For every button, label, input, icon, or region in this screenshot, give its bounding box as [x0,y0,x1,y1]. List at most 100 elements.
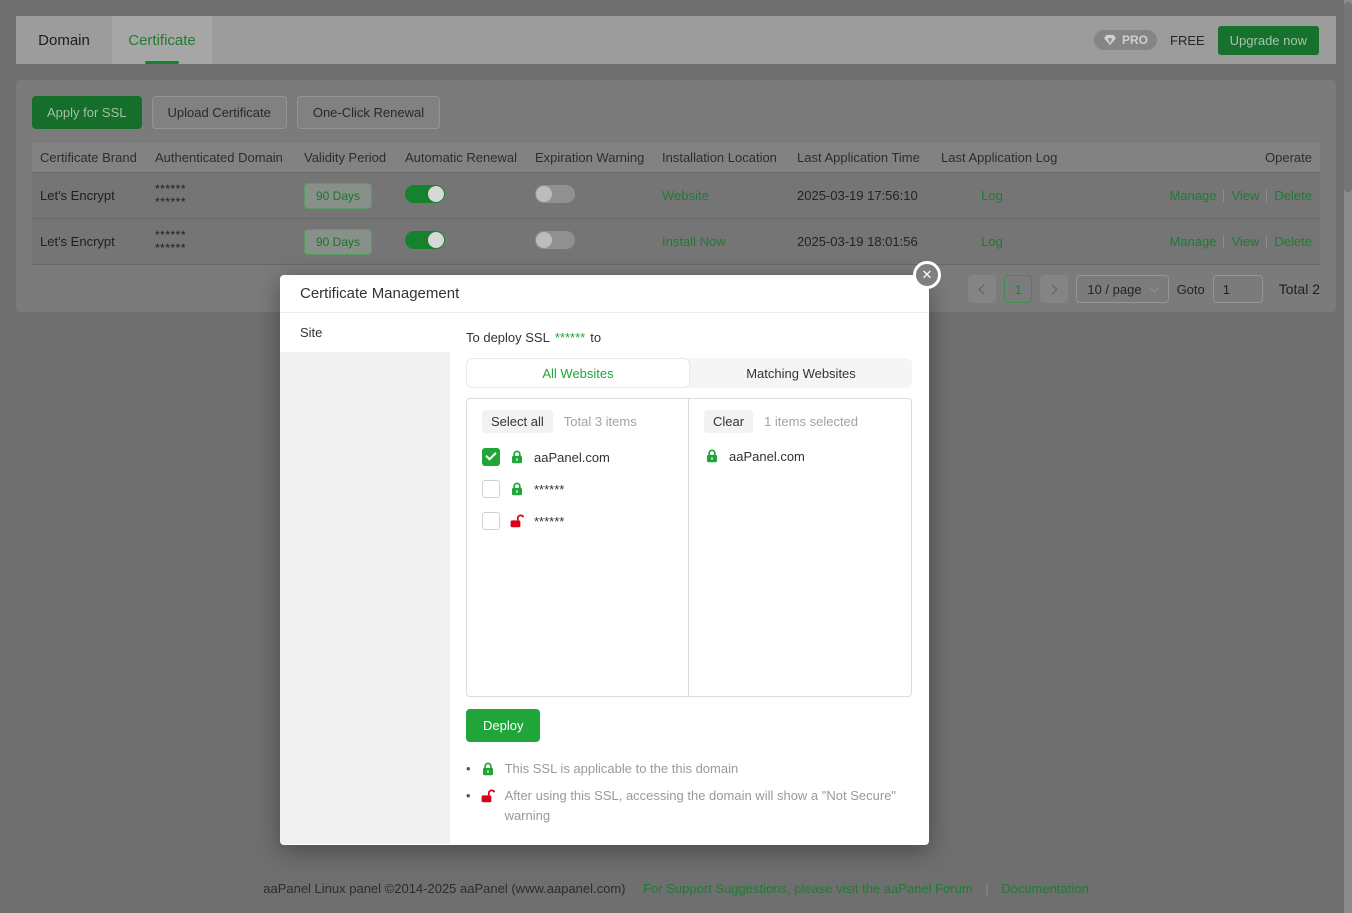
clear-button[interactable]: Clear [704,410,753,433]
manage-link[interactable]: Manage [1169,234,1216,249]
website-filter-tabs: All Websites Matching Websites [466,358,912,388]
divider [1223,236,1224,248]
column-header-automatic-renewal: Automatic Renewal [397,150,527,165]
log-link[interactable]: Log [981,234,1003,249]
tab-all-websites[interactable]: All Websites [466,358,690,388]
one-click-renewal-button[interactable]: One-Click Renewal [297,96,440,129]
website-transfer: Select all Total 3 items aaPanel.com [466,398,912,697]
tab-certificate[interactable]: Certificate [112,16,212,64]
tab-matching-websites[interactable]: Matching Websites [690,358,912,388]
tab-domain[interactable]: Domain [16,16,112,64]
delete-link[interactable]: Delete [1274,188,1312,203]
table-row: Let's Encrypt ****** ****** 90 Days Webs… [32,173,1320,219]
tab-certificate-label: Certificate [128,32,196,49]
automatic-renewal-cell [397,185,527,206]
target-panel: Clear 1 items selected aaPanel.com [689,399,911,696]
insecure-lock-icon [480,788,496,804]
expiration-warning-toggle[interactable] [535,231,575,249]
column-header-last-application-log: Last Application Log [933,150,1051,165]
legend-notes: • This SSL is applicable to the this dom… [466,759,912,826]
site-label: ****** [534,514,564,529]
list-item: ****** [482,512,673,530]
checkbox-checked[interactable] [482,448,500,466]
checkbox-unchecked[interactable] [482,512,500,530]
close-button[interactable]: ✕ [913,261,941,289]
source-list: aaPanel.com ****** ****** [482,448,673,530]
plan-label: FREE [1170,33,1205,48]
list-item: aaPanel.com [704,448,896,464]
automatic-renewal-toggle[interactable] [405,185,445,203]
column-header-operate: Operate [1051,150,1320,165]
selected-count: 1 items selected [764,414,858,429]
header-right-controls: PRO FREE Upgrade now [1094,16,1336,64]
list-item: ****** [482,480,673,498]
column-header-authenticated-domain: Authenticated Domain [147,150,296,165]
secure-lock-icon [509,449,525,465]
scrollbar-thumb[interactable] [1344,2,1352,192]
toggle-knob [536,232,552,248]
tab-domain-label: Domain [38,32,90,49]
target-list: aaPanel.com [704,448,896,464]
goto-page-input[interactable] [1213,275,1263,303]
authenticated-domain-cell: ****** ****** [147,183,296,209]
chevron-right-icon [1048,284,1058,294]
page-size-select[interactable]: 10 / page [1076,275,1168,303]
expiration-warning-toggle[interactable] [535,185,575,203]
copyright-text: aaPanel Linux panel ©2014-2025 aaPanel (… [263,881,625,896]
previous-page-button[interactable] [968,275,996,303]
pro-badge[interactable]: PRO [1094,30,1157,50]
last-application-time-cell: 2025-03-19 18:01:56 [789,234,933,249]
site-label: aaPanel.com [729,449,805,464]
deploy-text-suffix: to [590,330,601,345]
upgrade-now-button[interactable]: Upgrade now [1218,26,1319,55]
source-panel-header: Select all Total 3 items [482,410,673,433]
goto-label: Goto [1177,282,1205,297]
top-tab-bar: Domain Certificate PRO FREE Upgrade now [16,16,1336,64]
validity-badge: 90 Days [304,229,372,255]
total-count: Total 2 [1279,281,1320,297]
log-link[interactable]: Log [981,188,1003,203]
support-forum-link[interactable]: For Support Suggestions, please visit th… [643,881,973,896]
current-page-button[interactable]: 1 [1004,275,1032,303]
scrollbar-track[interactable] [1344,0,1352,913]
divider [1266,236,1267,248]
next-page-button[interactable] [1040,275,1068,303]
toggle-knob [428,232,444,248]
bullet: • [466,759,471,779]
page-size-value: 10 / page [1087,282,1141,297]
deploy-text-prefix: To deploy SSL [466,330,550,345]
validity-period-cell: 90 Days [296,183,397,209]
last-application-log-cell: Log [933,188,1051,203]
modal-content: To deploy SSL ****** to All Websites Mat… [450,313,929,844]
footer-divider: | [985,881,988,896]
chevron-down-icon [1149,283,1159,293]
installation-location-link[interactable]: Website [662,188,709,203]
deploy-button[interactable]: Deploy [466,709,540,742]
certificate-table: Certificate Brand Authenticated Domain V… [32,143,1320,265]
note-insecure: • After using this SSL, accessing the do… [466,786,912,826]
manage-link[interactable]: Manage [1169,188,1216,203]
certificate-toolbar: Apply for SSL Upload Certificate One-Cli… [32,96,1320,129]
target-panel-header: Clear 1 items selected [704,410,896,433]
expiration-warning-cell [527,231,654,252]
view-link[interactable]: View [1231,234,1259,249]
view-link[interactable]: View [1231,188,1259,203]
divider [1266,190,1267,202]
operate-cell: Manage View Delete [1051,188,1320,203]
apply-for-ssl-button[interactable]: Apply for SSL [32,96,142,129]
automatic-renewal-toggle[interactable] [405,231,445,249]
documentation-link[interactable]: Documentation [1001,881,1088,896]
upload-certificate-button[interactable]: Upload Certificate [152,96,287,129]
diamond-icon [1103,34,1117,46]
delete-link[interactable]: Delete [1274,234,1312,249]
note-text: This SSL is applicable to the this domai… [505,759,739,779]
sidebar-item-site[interactable]: Site [280,313,450,352]
source-panel: Select all Total 3 items aaPanel.com [467,399,689,696]
column-header-expiration-warning: Expiration Warning [527,150,654,165]
list-item: aaPanel.com [482,448,673,466]
select-all-button[interactable]: Select all [482,410,553,433]
site-label: ****** [534,482,564,497]
checkbox-unchecked[interactable] [482,480,500,498]
install-now-link[interactable]: Install Now [662,234,726,249]
secure-lock-icon [704,448,720,464]
